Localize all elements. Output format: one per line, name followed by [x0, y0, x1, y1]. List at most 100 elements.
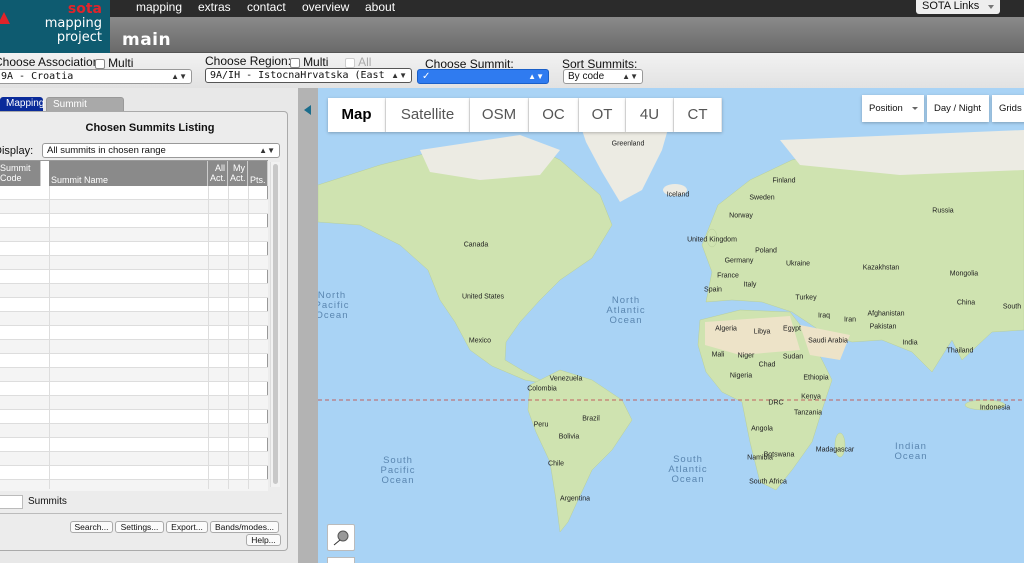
settings-button[interactable]: Settings...: [115, 521, 164, 533]
map-place-label: Iraq: [817, 312, 831, 320]
listing-title: Chosen Summits Listing: [85, 122, 215, 134]
map-place-label: Poland: [755, 247, 777, 255]
nav-mapping[interactable]: mapping: [136, 0, 182, 14]
nav-overview[interactable]: overview: [302, 0, 349, 14]
ocean-label: North Pacific Ocean: [318, 290, 350, 321]
map-place-label: South: [1002, 303, 1022, 311]
sota-links-dropdown[interactable]: SOTA Links: [916, 0, 1000, 14]
display-select[interactable]: All summits in chosen range ▲▼: [42, 143, 280, 158]
logo[interactable]: sota mapping project: [0, 0, 110, 53]
page-title: main: [122, 30, 172, 50]
map-place-label: Canada: [463, 241, 489, 249]
map-place-label: Spain: [704, 286, 722, 294]
summits-label: Summits: [28, 496, 67, 507]
sort-value: By code: [568, 71, 605, 82]
nav-extras[interactable]: extras: [198, 0, 231, 14]
col-summit-code[interactable]: Summit Code: [0, 161, 41, 186]
summit-value: ✓: [422, 71, 431, 82]
logo-mountain-icon: [0, 6, 10, 24]
map-place-label: Botswana: [763, 451, 795, 459]
map-place-label: Kenya: [801, 393, 821, 401]
export-button[interactable]: Export...: [166, 521, 208, 533]
search-button[interactable]: Search...: [70, 521, 113, 533]
region-value: 9A/IH - IstocnaHrvatska (East Cr: [210, 70, 403, 81]
map-place-label: India: [902, 339, 918, 347]
divider: [0, 513, 282, 514]
table-scrollbar[interactable]: [270, 162, 280, 487]
map-place-label: United Kingdom: [687, 236, 737, 244]
map-type-satellite[interactable]: Satellite: [386, 98, 470, 132]
map-place-label: Nigeria: [729, 372, 753, 380]
ocean-label: Indian Ocean: [894, 441, 928, 462]
chevron-down-icon: [912, 107, 918, 113]
summit-select[interactable]: ✓ ▲▼: [417, 69, 549, 84]
col-summit-name[interactable]: Summit Name: [49, 161, 208, 186]
map-place-label: Ethiopia: [803, 374, 829, 382]
position-label: Position: [869, 103, 903, 114]
region-multi-checkbox[interactable]: Multi: [290, 55, 328, 69]
region-select[interactable]: 9A/IH - IstocnaHrvatska (East Cr ▲▼: [205, 68, 412, 83]
position-dropdown[interactable]: Position: [862, 95, 924, 122]
map-type-osm[interactable]: OSM: [470, 98, 529, 132]
updown-icon: ▲▼: [391, 69, 407, 82]
col-pts[interactable]: Pts.: [248, 161, 268, 186]
map-place-label: Venezuela: [549, 375, 583, 383]
map-type-oc[interactable]: OC: [529, 98, 579, 132]
sort-select[interactable]: By code ▲▼: [563, 69, 643, 84]
map-type-ot[interactable]: OT: [579, 98, 626, 132]
map[interactable]: Map Satellite OSM OC OT 4U CT Position D…: [318, 88, 1024, 563]
scrollbar-thumb[interactable]: [273, 164, 278, 484]
map-type-ct[interactable]: CT: [674, 98, 722, 132]
summits-count-field: [0, 495, 23, 509]
collapse-arrow-icon[interactable]: [304, 105, 311, 115]
map-place-label: Brazil: [582, 415, 600, 423]
map-place-label: Kazakhstan: [862, 264, 900, 272]
logo-line1: mapping: [44, 16, 102, 31]
help-button[interactable]: Help...: [246, 534, 281, 546]
tab-mapping[interactable]: Mapping: [0, 97, 44, 112]
map-place-label: Angola: [751, 425, 773, 433]
tab-summit-history[interactable]: Summit history: [46, 97, 124, 124]
map-tool-button[interactable]: [327, 557, 355, 563]
association-select[interactable]: 9A - Croatia ▲▼: [0, 69, 192, 84]
map-place-label: Tanzania: [793, 409, 823, 417]
map-place-label: Pakistan: [869, 323, 897, 331]
association-multi-label: Multi: [108, 56, 134, 70]
map-place-label: Bolivia: [558, 433, 580, 441]
map-place-label: Saudi Arabia: [808, 337, 848, 345]
nav-about[interactable]: about: [365, 0, 395, 14]
col-my-act[interactable]: My Act.: [228, 161, 248, 186]
grids-button[interactable]: Grids: [992, 95, 1024, 122]
updown-icon: ▲▼: [622, 72, 638, 81]
map-place-label: South Africa: [749, 478, 787, 486]
map-type-map[interactable]: Map: [328, 98, 386, 132]
selection-controls: Choose Association: Multi 9A - Croatia ▲▼…: [0, 53, 1024, 88]
map-place-label: Egypt: [783, 325, 801, 333]
map-place-label: Niger: [737, 352, 755, 360]
bands-modes-button[interactable]: Bands/modes...: [210, 521, 279, 533]
map-place-label: Sweden: [749, 194, 775, 202]
col-all-act[interactable]: All Act.: [208, 161, 228, 186]
map-place-label: Mongolia: [949, 270, 979, 278]
day-night-button[interactable]: Day / Night: [927, 95, 989, 122]
measure-tool-button[interactable]: [327, 524, 355, 551]
panel-splitter[interactable]: [298, 88, 318, 563]
map-place-label: Indonesia: [979, 404, 1011, 412]
map-place-label: Madagascar: [815, 446, 855, 454]
map-place-label: Chad: [758, 361, 776, 369]
region-all-checkbox[interactable]: All: [345, 55, 371, 69]
display-value: All summits in chosen range: [47, 145, 166, 156]
map-type-4u[interactable]: 4U: [626, 98, 674, 132]
display-label: Display:: [0, 145, 34, 157]
map-place-label: Iceland: [666, 191, 690, 199]
region-label: Choose Region:: [205, 54, 292, 68]
logo-brand: sota: [67, 1, 102, 17]
association-multi-checkbox[interactable]: Multi: [95, 56, 133, 70]
map-place-label: United States: [461, 293, 505, 301]
ocean-label: South Pacific Ocean: [380, 455, 416, 486]
map-place-label: Peru: [533, 421, 549, 429]
updown-icon: ▲▼: [259, 146, 275, 155]
nav-contact[interactable]: contact: [247, 0, 286, 14]
map-place-label: DRC: [768, 399, 784, 407]
map-place-label: Italy: [743, 281, 757, 289]
